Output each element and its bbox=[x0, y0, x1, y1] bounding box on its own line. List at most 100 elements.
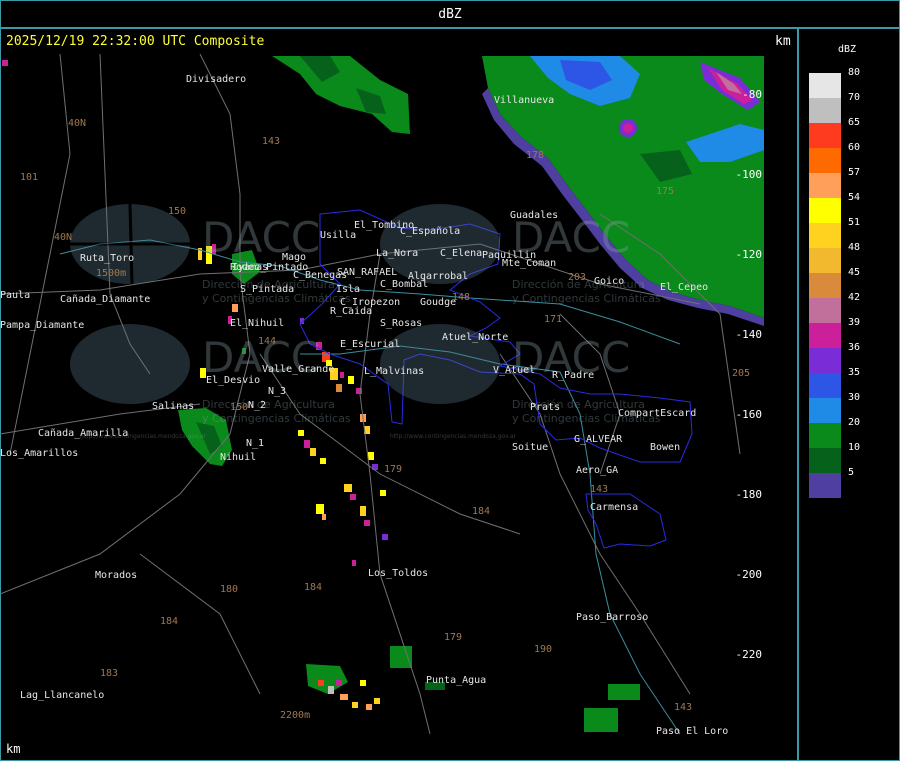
legend-unit-label: dBZ bbox=[838, 44, 857, 55]
elevation-label: 190 bbox=[534, 644, 552, 655]
legend-swatch bbox=[809, 473, 841, 498]
legend-value-label: 60 bbox=[848, 142, 861, 153]
legend-value-label: 5 bbox=[848, 467, 855, 478]
elevation-label: 179 bbox=[444, 632, 462, 643]
y-unit-label: km bbox=[775, 34, 791, 49]
legend-value-label: 70 bbox=[848, 92, 861, 103]
place-label: C_Elena bbox=[440, 248, 482, 259]
place-label: L_Malvinas bbox=[364, 366, 424, 377]
legend-swatch bbox=[809, 423, 841, 448]
place-label: Mago bbox=[282, 252, 306, 263]
elevation-label: 179 bbox=[384, 464, 402, 475]
place-label: Cañada_Diamante bbox=[60, 294, 150, 305]
place-label: Valle_Grande bbox=[262, 364, 334, 375]
place-label: Aero_GA bbox=[576, 465, 618, 476]
svg-text:http://www.contingencias.mendo: http://www.contingencias.mendoza.gov.ar bbox=[390, 433, 517, 440]
x-unit-label: km bbox=[6, 742, 21, 756]
legend-value-label: 54 bbox=[848, 192, 861, 203]
y-tick-label: -140 bbox=[736, 328, 763, 341]
place-label: Los_Amarillos bbox=[0, 448, 78, 459]
place-label: N_2 bbox=[248, 400, 266, 411]
y-tick-label: -120 bbox=[736, 248, 763, 261]
elevation-label: 178 bbox=[526, 150, 544, 161]
legend-swatch bbox=[809, 123, 841, 148]
elevation-label: 143 bbox=[590, 484, 608, 495]
place-label: Punta_Agua bbox=[426, 675, 486, 686]
place-label: C_Española bbox=[400, 226, 460, 237]
elevation-label: 180 bbox=[220, 584, 238, 595]
place-label: Bowen bbox=[650, 442, 680, 453]
elevation-label: 183 bbox=[100, 668, 118, 679]
legend-value-label: 48 bbox=[848, 242, 861, 253]
svg-text:y Contingencias Climáticas: y Contingencias Climáticas bbox=[202, 412, 351, 425]
legend-value-label: 35 bbox=[848, 367, 861, 378]
place-label: Nihuil bbox=[220, 452, 256, 463]
legend-swatch bbox=[809, 98, 841, 123]
place-label: E_Escurial bbox=[340, 339, 400, 350]
place-label: Pampa_Diamante bbox=[0, 320, 84, 331]
place-label: Goudge bbox=[420, 297, 456, 308]
elevation-label: 144 bbox=[258, 336, 276, 347]
place-label: V_Atuel bbox=[493, 365, 535, 376]
title-bar: dBZ bbox=[0, 0, 900, 28]
elevation-label: 175 bbox=[656, 186, 674, 197]
legend-swatch bbox=[809, 73, 841, 98]
elevation-label: 184 bbox=[160, 616, 178, 627]
place-label: N_1 bbox=[246, 438, 264, 449]
place-label: Atuel_Norte bbox=[442, 332, 508, 343]
elevation-label: 40N bbox=[54, 232, 72, 243]
place-label: Soitue bbox=[512, 442, 548, 453]
y-tick-label: -80 bbox=[742, 88, 762, 101]
legend-swatch bbox=[809, 198, 841, 223]
place-label: Los_Toldos bbox=[368, 568, 428, 579]
place-label: Salinas bbox=[152, 401, 194, 412]
place-label: G_ALVEAR bbox=[574, 434, 623, 445]
svg-text:y Contingencias Climáticas: y Contingencias Climáticas bbox=[512, 292, 661, 305]
place-label: El_Nihuil bbox=[230, 318, 284, 329]
place-label: Paso_Barroso bbox=[576, 612, 648, 623]
place-label: Goico bbox=[594, 276, 624, 287]
place-label: C_Bombal bbox=[380, 279, 428, 290]
elevation-label: 150 bbox=[230, 402, 248, 413]
place-label: Carmensa bbox=[590, 502, 638, 513]
legend-swatch bbox=[809, 248, 841, 273]
elevation-label: 148 bbox=[452, 292, 470, 303]
legend-value-label: 30 bbox=[848, 392, 861, 403]
svg-text:Dirección de Agricultura: Dirección de Agricultura bbox=[202, 398, 335, 411]
elevation-label: 184 bbox=[472, 506, 490, 517]
legend-scale: 80 70 65 60 57 54 51 48 45 42 39 36 35 30 20 10 5 bbox=[809, 67, 889, 498]
elevation-label: 101 bbox=[20, 172, 38, 183]
legend-value-label: 39 bbox=[848, 317, 861, 328]
radar-echo-north bbox=[272, 56, 410, 134]
elevation-label: 171 bbox=[544, 314, 562, 325]
legend-swatch bbox=[809, 148, 841, 173]
legend-value-label: 65 bbox=[848, 117, 861, 128]
legend-swatch bbox=[809, 448, 841, 473]
place-label: La_Nora bbox=[376, 248, 418, 259]
legend-swatch bbox=[809, 323, 841, 348]
place-label: Guadales bbox=[510, 210, 558, 221]
place-label: El_Cepeo bbox=[660, 282, 708, 293]
elevation-label: 205 bbox=[732, 368, 750, 379]
place-label: Paula bbox=[0, 290, 30, 301]
place-label: CompartEscard bbox=[618, 408, 696, 419]
legend-swatch bbox=[809, 348, 841, 373]
place-label: Mte_Coman bbox=[502, 258, 556, 269]
place-label: Morados bbox=[95, 570, 137, 581]
product-title: dBZ bbox=[438, 7, 462, 22]
legend-level: 5 bbox=[809, 467, 889, 498]
place-label: El_Desvio bbox=[206, 375, 260, 386]
place-label: N_3 bbox=[268, 386, 286, 397]
y-tick-label: -200 bbox=[736, 568, 763, 581]
place-label: Lag_Llancanelo bbox=[20, 690, 104, 701]
legend-value-label: 36 bbox=[848, 342, 861, 353]
y-tick-label: -180 bbox=[736, 488, 763, 501]
elevation-label: 184 bbox=[304, 582, 322, 593]
elevation-label: 143 bbox=[262, 136, 280, 147]
place-label: Usilla bbox=[320, 230, 356, 241]
legend-swatch bbox=[809, 173, 841, 198]
place-label: C_Iropezon bbox=[340, 297, 400, 308]
legend-swatch bbox=[809, 398, 841, 423]
radar-map[interactable]: DACC Dirección de Agricultura y Continge… bbox=[0, 54, 764, 736]
place-label: Iyamas bbox=[232, 262, 268, 273]
